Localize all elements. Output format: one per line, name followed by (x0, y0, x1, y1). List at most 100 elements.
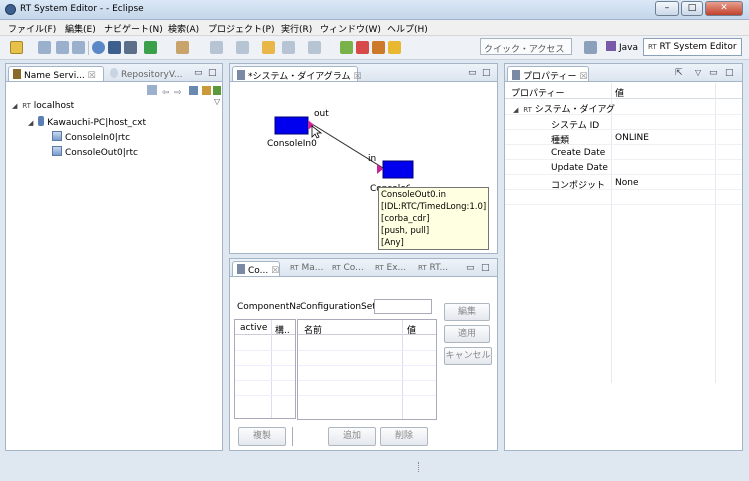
maximize-view-icon[interactable]: □ (208, 68, 217, 78)
close-button[interactable]: ✕ (705, 1, 743, 16)
tab-execution-context[interactable]: RT Ex... (371, 261, 410, 276)
perspective-rt-system-editor[interactable]: RT RT System Editor (643, 38, 742, 56)
tree-node-localhost[interactable]: ◢ RT localhost (12, 101, 74, 111)
minimize-view-icon[interactable]: ▭ (709, 68, 718, 78)
copy-button[interactable]: 複製 (238, 427, 286, 446)
column-header-name[interactable]: 名前 (304, 323, 322, 336)
off-icon[interactable] (124, 41, 137, 54)
component-name-label: ComponentNa (237, 302, 300, 312)
back-icon[interactable] (282, 41, 295, 54)
tab-repository-view[interactable]: RepositoryV... (106, 66, 186, 81)
minimize-button[interactable]: – (655, 1, 679, 16)
new-icon[interactable] (10, 41, 23, 54)
divider (292, 427, 293, 446)
column-header-property[interactable]: プロパティー (511, 86, 564, 99)
gear-icon[interactable] (92, 41, 105, 54)
title-bar: RT System Editor - - Eclipse – □ ✕ (0, 0, 749, 20)
forward-arrow-icon[interactable]: ⇨ (174, 88, 182, 98)
annotation-icon[interactable] (210, 41, 223, 54)
maximize-view-icon[interactable]: □ (481, 263, 490, 273)
property-value[interactable]: None (615, 178, 638, 188)
menu-edit[interactable]: 編集(E) (65, 22, 96, 35)
menu-help[interactable]: ヘルプ(H) (387, 22, 428, 35)
close-icon[interactable]: ☒ (88, 71, 96, 81)
menu-run[interactable]: 実行(R) (281, 22, 312, 35)
key-icon[interactable] (388, 41, 401, 54)
tab-connector[interactable]: RT Co... (328, 261, 368, 276)
maximize-view-icon[interactable]: □ (725, 68, 734, 78)
maximize-button[interactable]: □ (681, 1, 703, 16)
configset-table[interactable]: active 構.. (234, 319, 296, 419)
menu-window[interactable]: ウィンドウ(W) (320, 22, 381, 35)
tab-properties[interactable]: プロパティー ☒ (507, 66, 589, 82)
collapse-icon[interactable] (189, 86, 198, 95)
view-menu-icon[interactable]: ▽ (214, 97, 220, 106)
rt-icon: RT (375, 264, 384, 272)
on-icon[interactable] (108, 41, 121, 54)
config-params-table[interactable]: 名前 値 (297, 319, 437, 420)
pin-icon[interactable]: ⇱ (675, 68, 683, 78)
menu-file[interactable]: ファイル(F) (8, 22, 56, 35)
run-icon[interactable] (144, 41, 157, 54)
menu-search[interactable]: 検索(A) (168, 22, 199, 35)
tab-name-service[interactable]: Name Servi... ☒ (8, 66, 104, 81)
back-arrow-icon[interactable]: ⇦ (162, 88, 170, 98)
last-edit-icon[interactable] (262, 41, 275, 54)
minimize-view-icon[interactable]: ▭ (468, 68, 477, 78)
tree-node-consolein0[interactable]: ConsoleIn0|rtc (52, 131, 130, 143)
minimize-view-icon[interactable]: ▭ (194, 68, 203, 78)
tree-node-host[interactable]: ◢ Kawauchi-PC|host_cxt (28, 116, 146, 128)
expand-icon: ◢ (513, 106, 519, 114)
leaf-icon[interactable] (340, 41, 353, 54)
expand-icon: ◢ (12, 102, 18, 110)
quick-access-input[interactable]: クイック・アクセス (480, 38, 572, 55)
add-button[interactable]: 追加 (328, 427, 376, 446)
name-service-icon (13, 69, 21, 79)
cancel-button[interactable]: キャンセル (444, 347, 492, 365)
print-icon[interactable] (72, 41, 85, 54)
java-icon (606, 41, 616, 51)
save-all-icon[interactable] (56, 41, 69, 54)
connect-icon[interactable] (213, 86, 221, 95)
column-header-active[interactable]: active (240, 323, 267, 333)
plugin-icon[interactable] (372, 41, 385, 54)
record-icon[interactable] (356, 41, 369, 54)
tab-configuration[interactable]: Co... ☒ (232, 261, 280, 276)
close-icon[interactable]: ☒ (579, 72, 587, 82)
previous-annotation-icon[interactable] (236, 41, 249, 54)
forward-icon[interactable] (308, 41, 321, 54)
column-header-value[interactable]: 値 (407, 323, 416, 336)
perspective-java[interactable]: Java (602, 38, 642, 56)
config-icon (237, 264, 245, 274)
home-icon[interactable] (147, 85, 157, 95)
tab-manager[interactable]: RT Ma... (286, 261, 327, 276)
in-port[interactable] (377, 164, 383, 174)
column-header-structure[interactable]: 構.. (275, 323, 290, 336)
menu-navigate[interactable]: ナビゲート(N) (104, 22, 163, 35)
view-menu-icon[interactable]: ▽ (695, 68, 701, 77)
close-icon[interactable]: ☒ (271, 266, 279, 276)
delete-button[interactable]: 削除 (380, 427, 428, 446)
tree-node-consoleout0[interactable]: ConsoleOut0|rtc (52, 146, 138, 158)
minimize-view-icon[interactable]: ▭ (466, 263, 475, 273)
save-icon[interactable] (38, 41, 51, 54)
wrench-icon[interactable] (176, 41, 189, 54)
link-icon[interactable] (202, 86, 211, 95)
property-value[interactable]: ONLINE (615, 133, 649, 143)
menu-project[interactable]: プロジェクト(P) (208, 22, 274, 35)
configset-input[interactable] (374, 299, 432, 314)
consolein0-component[interactable] (274, 116, 309, 135)
tab-rt[interactable]: RT RT... (414, 261, 452, 276)
properties-view: プロパティー ☒ ⇱ ▽ ▭ □ プロパティー 値 ◢ RT システム・ダイアグ… (504, 63, 743, 451)
consoleout0-component[interactable] (382, 160, 414, 179)
maximize-view-icon[interactable]: □ (482, 68, 491, 78)
close-icon[interactable]: ☒ (353, 72, 361, 82)
apply-button[interactable]: 適用 (444, 325, 490, 343)
tab-system-diagram[interactable]: *システム・ダイアグラム ☒ (232, 66, 361, 82)
edit-button[interactable]: 編集 (444, 303, 490, 321)
consolein0-label: ConsoleIn0 (267, 139, 317, 149)
column-header-value[interactable]: 値 (615, 86, 624, 99)
status-bar-grip[interactable] (418, 462, 420, 472)
component-icon (52, 146, 62, 156)
open-perspective-icon[interactable] (584, 41, 597, 54)
